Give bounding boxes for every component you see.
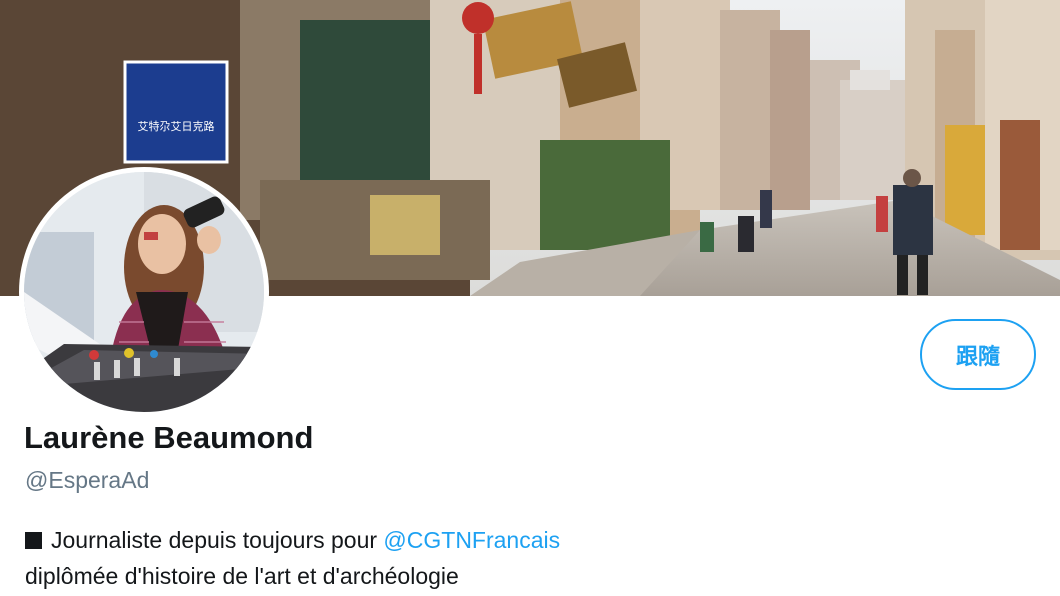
mention-link[interactable]: @CGTNFrancais bbox=[383, 527, 560, 553]
bio-line-1: Journaliste depuis toujours pour @CGTNFr… bbox=[25, 522, 560, 558]
profile-avatar[interactable] bbox=[19, 167, 269, 417]
follow-button[interactable]: 跟隨 bbox=[920, 319, 1036, 390]
avatar-photo bbox=[24, 172, 264, 412]
banner-street-sign-text: 艾特尕艾日克路 bbox=[138, 119, 215, 133]
black-square-icon bbox=[25, 532, 42, 549]
bio-line-2: diplômée d'histoire de l'art et d'archéo… bbox=[25, 563, 459, 589]
username-handle: @EsperaAd bbox=[25, 467, 150, 493]
profile-bio: Journaliste depuis toujours pour @CGTNFr… bbox=[25, 522, 560, 594]
bio-text: Journaliste depuis toujours pour bbox=[51, 527, 384, 553]
display-name: Laurène Beaumond bbox=[24, 420, 314, 455]
